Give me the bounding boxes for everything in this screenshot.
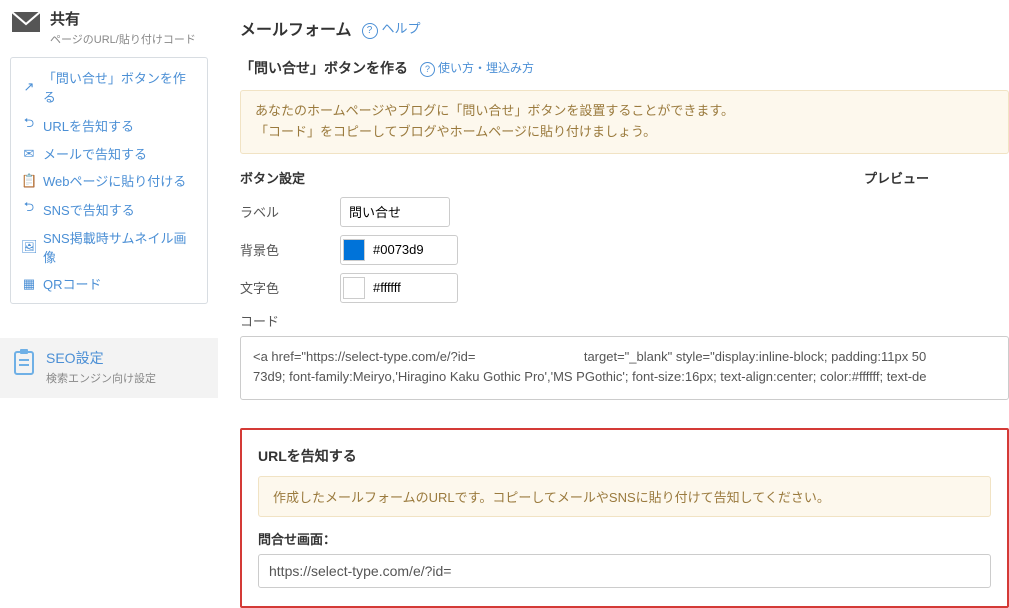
info-box-create: あなたのホームページやブログに「問い合せ」ボタンを設置することができます。 「コ… [240, 90, 1009, 154]
label-bgcolor: 背景色 [240, 240, 340, 259]
sidebar-item-mail-announce[interactable]: ✉ メールで告知する [11, 140, 207, 167]
bg-color-input[interactable] [369, 238, 451, 262]
col-header-settings: ボタン設定 [240, 168, 305, 187]
fg-color-swatch[interactable] [343, 277, 365, 299]
label-inquiry-screen: 問合せ画面： [258, 529, 991, 548]
fg-color-input[interactable] [369, 276, 451, 300]
qr-icon: ▦ [21, 276, 37, 292]
envelope-icon: ✉ [21, 146, 37, 162]
sidebar-item-label: SNS掲載時サムネイル画像 [43, 228, 197, 266]
sidebar-item-label: メールで告知する [43, 144, 147, 163]
url-announce-section: URLを告知する 作成したメールフォームのURLです。コピーしてメールやSNSに… [240, 428, 1009, 608]
sidebar-item-label: SNSで告知する [43, 200, 135, 219]
sidebar-item-sns-thumbnail[interactable]: 🖼 SNS掲載時サムネイル画像 [11, 224, 207, 270]
paste-icon: 📋 [21, 173, 37, 189]
page-title: メールフォーム [240, 16, 352, 40]
clipboard-icon [12, 348, 36, 386]
share-menu: ↗ 「問い合せ」ボタンを作る ⮌ URLを告知する ✉ メールで告知する 📋 W… [10, 57, 208, 304]
info-box-url: 作成したメールフォームのURLです。コピーしてメールやSNSに貼り付けて告知して… [258, 476, 991, 517]
seo-subtitle: 検索エンジン向け設定 [46, 370, 156, 386]
sidebar-item-label: URLを告知する [43, 116, 134, 135]
sidebar-item-url-announce[interactable]: ⮌ URLを告知する [11, 110, 207, 140]
sidebar-item-sns-announce[interactable]: ⮌ SNSで告知する [11, 194, 207, 224]
share-title: 共有 [50, 8, 196, 29]
url-input[interactable] [258, 554, 991, 588]
sidebar-item-label: QRコード [43, 274, 102, 293]
sns-share-icon: ⮌ [21, 198, 37, 220]
share-header: 共有 ページのURL/貼り付けコード [0, 8, 218, 57]
help-link[interactable]: ヘルプ [362, 18, 421, 39]
bg-color-swatch[interactable] [343, 239, 365, 261]
sidebar-item-web-paste[interactable]: 📋 Webページに貼り付ける [11, 167, 207, 194]
sidebar-item-label: Webページに貼り付ける [43, 171, 186, 190]
external-link-icon: ↗ [21, 79, 37, 95]
section-heading-url: URLを告知する [258, 446, 991, 466]
sidebar-item-create-button[interactable]: ↗ 「問い合せ」ボタンを作る [11, 64, 207, 110]
usage-link[interactable]: 使い方・埋込み方 [420, 59, 534, 77]
col-header-preview: プレビュー [864, 168, 929, 187]
sidebar-item-qr[interactable]: ▦ QRコード [11, 270, 207, 297]
seo-title: SEO設定 [46, 348, 156, 368]
share-icon: ⮌ [21, 114, 37, 136]
label-input[interactable] [340, 197, 450, 227]
sidebar-item-label: 「問い合せ」ボタンを作る [43, 68, 197, 106]
section-heading-create-button: 「問い合せ」ボタンを作る [240, 58, 408, 78]
label-label: ラベル [240, 202, 340, 221]
image-icon: 🖼 [21, 239, 37, 255]
envelope-large-icon [12, 12, 40, 32]
info-line: 「コード」をコピーしてブログやホームページに貼り付けましょう。 [255, 122, 994, 143]
share-subtitle: ページのURL/貼り付けコード [50, 31, 196, 47]
code-textarea[interactable]: <a href="https://select-type.com/e/?id= … [240, 336, 1009, 400]
label-fgcolor: 文字色 [240, 278, 340, 297]
sidebar-item-seo[interactable]: SEO設定 検索エンジン向け設定 [0, 338, 218, 398]
info-line: あなたのホームページやブログに「問い合せ」ボタンを設置することができます。 [255, 101, 994, 122]
label-code: コード [240, 311, 1009, 330]
